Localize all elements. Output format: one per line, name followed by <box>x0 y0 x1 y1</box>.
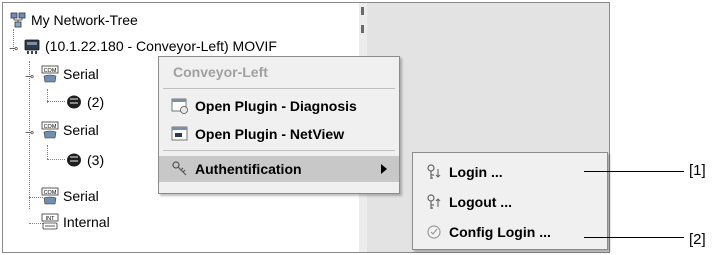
tree-item-device[interactable]: (10.1.22.180 - Conveyor-Left) MOVIF <box>23 35 277 57</box>
drive-unit-icon <box>65 151 83 169</box>
node-label: (2) <box>87 94 105 110</box>
open-netview-menu-item[interactable]: Open Plugin - NetView <box>159 121 399 147</box>
device-label: (10.1.22.180 - Conveyor-Left) MOVIF <box>45 38 277 54</box>
tree-item-node-2[interactable]: (2) <box>65 91 104 113</box>
splitter-grip <box>361 7 364 15</box>
open-diagnosis-label: Open Plugin - Diagnosis <box>195 98 357 114</box>
callout-label-2: [2] <box>689 231 706 248</box>
com-port-icon: COM <box>41 65 59 83</box>
callout-line-2 <box>584 237 684 238</box>
logout-menu-item[interactable]: Logout ... <box>413 189 607 215</box>
controller-device-icon <box>23 37 41 55</box>
svg-text:INT: INT <box>46 216 56 222</box>
com-port-icon: COM <box>41 187 59 205</box>
context-menu-header: Conveyor-Left <box>159 59 399 85</box>
netview-plugin-icon <box>171 125 189 143</box>
keys-icon <box>171 160 189 178</box>
authentification-submenu: Login ... Logout ... Config Login ... <box>412 152 608 250</box>
network-tree-icon <box>9 11 27 29</box>
tree-item-serial-1[interactable]: COM Serial <box>41 63 99 85</box>
node-label: (3) <box>87 152 105 168</box>
serial-label: Serial <box>63 66 99 82</box>
authentification-menu-item[interactable]: Authentification <box>159 156 399 182</box>
config-login-label: Config Login ... <box>449 224 551 240</box>
context-menu: Conveyor-Left Open Plugin - Diagnosis Op… <box>158 56 400 194</box>
tree-root-item[interactable]: My Network-Tree <box>9 9 138 31</box>
svg-text:COM: COM <box>44 190 57 196</box>
collapse-toggle-icon[interactable]: ⊸ <box>25 72 34 83</box>
tree-item-node-3[interactable]: (3) <box>65 149 104 171</box>
menu-separator <box>163 88 395 89</box>
internal-label: Internal <box>63 214 110 230</box>
splitter-grip <box>361 25 364 33</box>
open-netview-label: Open Plugin - NetView <box>195 126 345 142</box>
tree-connector <box>47 101 65 102</box>
diagnosis-plugin-icon <box>171 97 189 115</box>
tree-item-serial-3[interactable]: COM Serial <box>41 185 99 207</box>
svg-text:COM: COM <box>44 124 57 130</box>
callout-label-1: [1] <box>689 162 706 179</box>
callout-line-1 <box>584 171 684 172</box>
serial-label: Serial <box>63 122 99 138</box>
login-menu-item[interactable]: Login ... <box>413 159 607 185</box>
tree-connector <box>47 145 48 159</box>
svg-text:COM: COM <box>44 68 57 74</box>
context-menu-title: Conveyor-Left <box>173 64 268 80</box>
collapse-toggle-icon[interactable]: ⊸ <box>9 44 18 55</box>
tree-root-label: My Network-Tree <box>31 12 138 28</box>
drive-unit-icon <box>65 93 83 111</box>
login-label: Login ... <box>449 164 503 180</box>
config-login-menu-item[interactable]: Config Login ... <box>413 219 607 245</box>
login-key-icon <box>425 163 443 181</box>
serial-label: Serial <box>63 188 99 204</box>
submenu-arrow-icon <box>381 164 387 174</box>
logout-label: Logout ... <box>449 194 512 210</box>
logout-key-icon <box>425 193 443 211</box>
tree-item-serial-2[interactable]: COM Serial <box>41 119 99 141</box>
authentification-label: Authentification <box>195 161 302 177</box>
config-badge-icon <box>425 223 443 241</box>
collapse-toggle-icon[interactable]: ⊸ <box>25 128 34 139</box>
internal-port-icon: INT <box>41 213 59 231</box>
open-diagnosis-menu-item[interactable]: Open Plugin - Diagnosis <box>159 93 399 119</box>
menu-separator <box>163 150 395 151</box>
tree-item-internal[interactable]: INT Internal <box>41 211 110 233</box>
com-port-icon: COM <box>41 121 59 139</box>
tree-connector <box>47 159 65 160</box>
